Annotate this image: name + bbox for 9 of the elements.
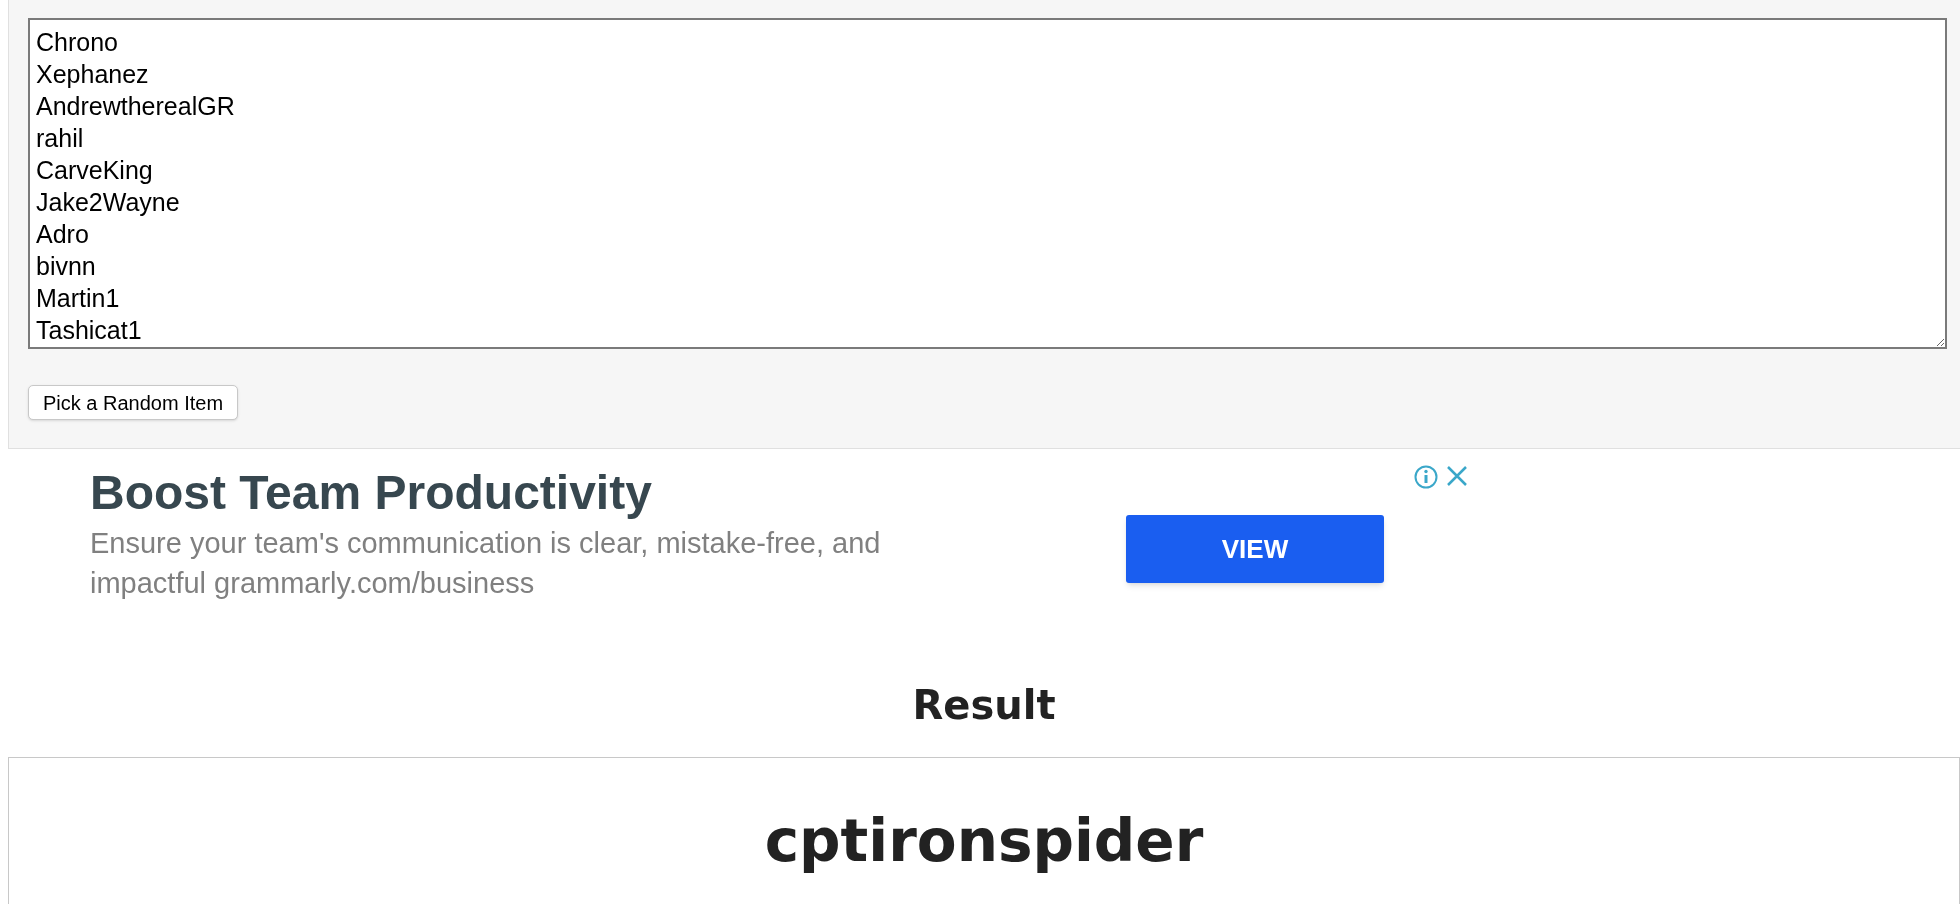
result-value: cptironspider	[763, 806, 1205, 877]
pick-button[interactable]: Pick a Random Item	[28, 385, 239, 420]
items-field[interactable]: Chrono Xephanez AndrewtherealGR rahil CarveKing Jake2Wayne Adro bivnn Martin1 Tashicat1	[28, 18, 1947, 349]
info-icon[interactable]	[1414, 465, 1438, 489]
close-icon[interactable]	[1446, 465, 1468, 487]
view-button[interactable]: VIEW	[1126, 515, 1384, 583]
result-heading: Result	[911, 681, 1057, 730]
ad-text: Ensure your team's communication is clear, mistake-free, and impactful grammarly.com/business	[90, 526, 882, 601]
ad-title: Boost Team Productivity	[90, 465, 653, 521]
